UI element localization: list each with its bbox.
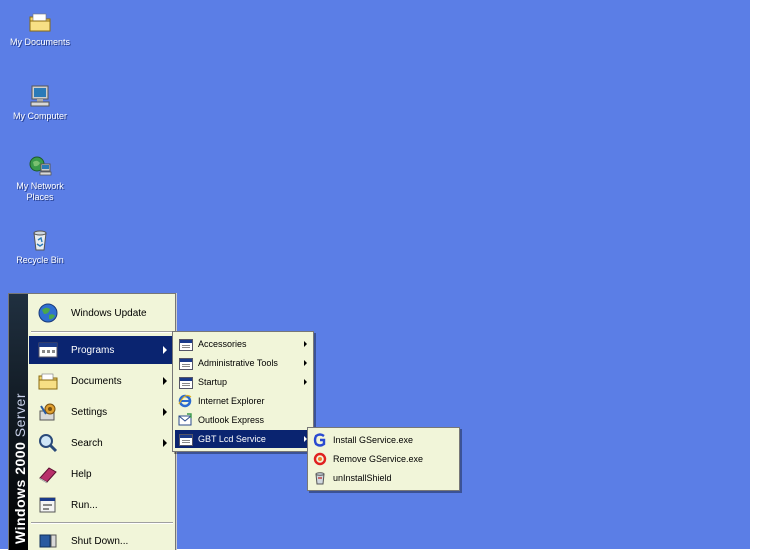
desktop-icon-my-network-places[interactable]: My Network Places [0, 154, 80, 203]
documents-icon [37, 371, 59, 391]
gbt-item-label: Remove GService.exe [333, 454, 424, 464]
start-item-help[interactable]: Help [29, 460, 175, 488]
start-item-label: Help [71, 468, 92, 480]
outlook-express-icon [178, 413, 192, 427]
settings-icon [37, 402, 59, 422]
gbt-item-label: unInstallShield [333, 473, 392, 483]
desktop: My Documents My Computer My Network Plac… [0, 0, 750, 550]
programs-item-label: Startup [198, 377, 228, 387]
start-item-label: Programs [71, 344, 115, 356]
programs-item-label: Accessories [198, 339, 247, 349]
start-item-run[interactable]: Run... [29, 491, 175, 519]
start-item-label: Run... [71, 499, 98, 511]
start-item-shut-down[interactable]: Shut Down... [29, 527, 175, 555]
programs-item-internet-explorer[interactable]: Internet Explorer [175, 392, 311, 410]
program-group-icon [178, 432, 193, 446]
gbt-lcd-service-submenu: Install GService.exe Remove GService.exe… [307, 427, 460, 491]
submenu-arrow-icon [304, 341, 307, 347]
start-item-label: Documents [71, 375, 122, 387]
desktop-icon-recycle-bin[interactable]: Recycle Bin [0, 228, 80, 266]
programs-item-accessories[interactable]: Accessories [175, 335, 311, 353]
desktop-icon-label: Recycle Bin [16, 255, 64, 265]
start-menu-separator [31, 331, 173, 333]
programs-icon [37, 340, 59, 360]
desktop-icon-my-computer[interactable]: My Computer [0, 84, 80, 122]
submenu-arrow-icon [163, 439, 167, 447]
internet-explorer-icon [178, 394, 192, 408]
gbt-item-uninstallshield[interactable]: unInstallShield [310, 469, 457, 487]
submenu-arrow-icon [304, 379, 307, 385]
windows-update-icon [37, 303, 59, 323]
uninstall-icon [313, 471, 327, 485]
folder-documents-icon [28, 10, 52, 34]
remove-icon [313, 452, 327, 466]
gbt-item-remove-gservice[interactable]: Remove GService.exe [310, 450, 457, 468]
run-icon [37, 495, 59, 515]
desktop-icon-label: My Documents [9, 37, 71, 47]
start-item-settings[interactable]: Settings [29, 398, 175, 426]
programs-submenu: Accessories Administrative Tools Startup… [172, 331, 314, 452]
gbt-item-label: Install GService.exe [333, 435, 414, 445]
start-menu: Windows 2000 Server Windows Update Progr… [8, 293, 176, 550]
desktop-icon-label: My Network [16, 181, 64, 191]
banner-os-name: Windows 2000 [12, 441, 28, 544]
programs-item-label: GBT Lcd Service [198, 434, 266, 444]
g-install-icon [313, 433, 327, 447]
submenu-arrow-icon [163, 346, 167, 354]
program-group-icon [178, 356, 193, 370]
desktop-icon-my-documents[interactable]: My Documents [0, 10, 80, 48]
network-icon [28, 154, 52, 178]
programs-item-label: Administrative Tools [198, 358, 278, 368]
submenu-arrow-icon [163, 377, 167, 385]
programs-item-label: Internet Explorer [198, 396, 265, 406]
programs-item-startup[interactable]: Startup [175, 373, 311, 391]
programs-item-gbt-lcd-service[interactable]: GBT Lcd Service [175, 430, 311, 448]
start-menu-banner: Windows 2000 Server [9, 294, 28, 550]
start-item-label: Settings [71, 406, 108, 418]
start-item-label: Search [71, 437, 103, 449]
help-icon [37, 464, 59, 484]
desktop-icon-label: My Computer [12, 111, 67, 121]
start-item-windows-update[interactable]: Windows Update [29, 299, 175, 327]
program-group-icon [178, 375, 193, 389]
computer-icon [28, 84, 52, 108]
start-item-search[interactable]: Search [29, 429, 175, 457]
start-menu-banner-text: Windows 2000 Server [12, 393, 28, 544]
search-icon [37, 433, 59, 453]
start-item-label: Windows Update [71, 307, 147, 319]
program-group-icon [178, 337, 193, 351]
start-menu-separator [31, 522, 173, 524]
start-item-programs[interactable]: Programs [29, 336, 175, 364]
programs-item-administrative-tools[interactable]: Administrative Tools [175, 354, 311, 372]
submenu-arrow-icon [304, 360, 307, 366]
shutdown-icon [37, 531, 59, 551]
start-item-documents[interactable]: Documents [29, 367, 175, 395]
gbt-item-install-gservice[interactable]: Install GService.exe [310, 431, 457, 449]
recycle-bin-icon [28, 228, 52, 252]
start-item-label: Shut Down... [71, 535, 129, 547]
banner-edition: Server [12, 393, 28, 438]
programs-item-label: Outlook Express [198, 415, 265, 425]
desktop-icon-label-line2: Places [26, 192, 54, 202]
submenu-arrow-icon [163, 408, 167, 416]
programs-item-outlook-express[interactable]: Outlook Express [175, 411, 311, 429]
